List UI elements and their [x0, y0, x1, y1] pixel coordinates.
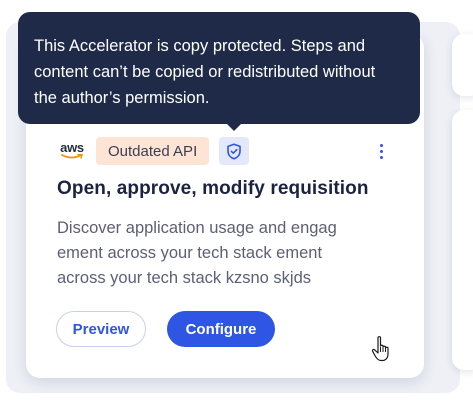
preview-button[interactable]: Preview [56, 311, 146, 347]
card-tags: aws Outdated API [58, 137, 250, 165]
aws-logo-text: aws [60, 140, 84, 155]
tooltip-arrow [225, 122, 243, 131]
adjacent-card-top [452, 34, 473, 96]
card-title: Open, approve, modify requisition [57, 178, 369, 199]
preview-button-label: Preview [72, 320, 130, 338]
shield-check-icon [227, 142, 242, 160]
tooltip-line: the author’s permission. [34, 89, 210, 107]
description-line: ement across your tech stack ement [57, 244, 323, 262]
card-description: Discover application usage and engag eme… [57, 216, 377, 291]
outdated-api-label: Outdated API [108, 142, 198, 160]
outdated-api-badge: Outdated API [96, 137, 210, 165]
hand-pointer-icon [371, 336, 389, 362]
aws-smile-icon [61, 154, 83, 159]
tooltip-line: content can’t be copied or redistributed… [34, 63, 376, 81]
aws-logo-icon: aws [58, 137, 86, 165]
kebab-menu-icon[interactable] [373, 140, 389, 162]
kebab-dot [379, 149, 383, 153]
kebab-dot [379, 143, 383, 147]
description-line: across your tech stack kzsno skjds [57, 269, 312, 287]
tooltip-line: This Accelerator is copy protected. Step… [34, 37, 366, 55]
configure-button[interactable]: Configure [167, 311, 275, 347]
configure-button-label: Configure [185, 320, 257, 338]
copy-protected-badge[interactable] [219, 137, 250, 165]
adjacent-card [452, 110, 473, 370]
copy-protection-tooltip: This Accelerator is copy protected. Step… [18, 12, 420, 124]
kebab-dot [379, 155, 383, 159]
description-line: Discover application usage and engag [57, 219, 337, 237]
